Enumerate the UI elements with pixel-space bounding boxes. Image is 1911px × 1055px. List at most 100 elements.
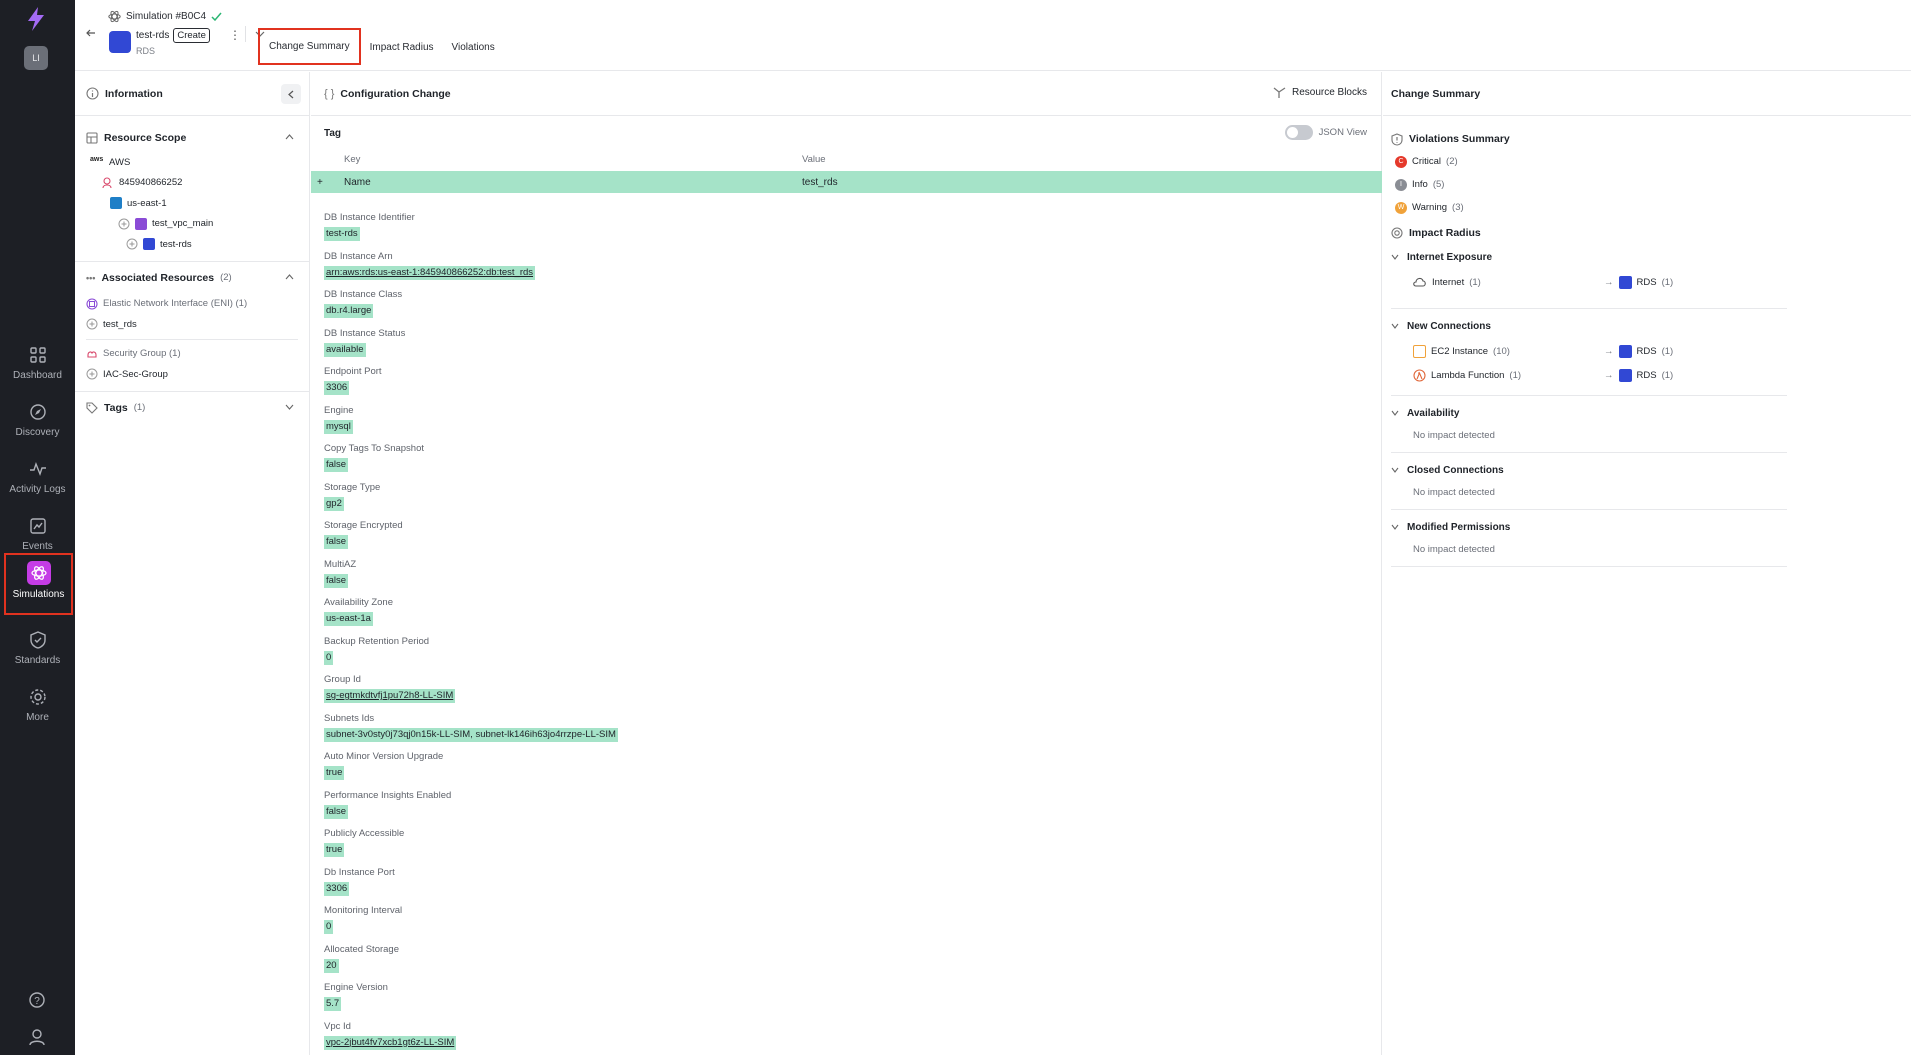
help-icon[interactable]: ? [28, 991, 46, 1009]
toggle-switch[interactable] [1284, 125, 1313, 140]
source-count: (1) [1469, 276, 1481, 288]
tags-section: Tags (1) [75, 398, 309, 418]
closed-connections-group: Closed Connections No impact detected [1391, 453, 1787, 510]
violation-warning[interactable]: W Warning (3) [1391, 196, 1787, 219]
nav-more[interactable]: More [0, 682, 75, 739]
eni-group-label: Elastic Network Interface (ENI) (1) [103, 298, 248, 310]
group-header[interactable]: Availability [1391, 400, 1787, 426]
nav-activity-logs[interactable]: Activity Logs [0, 454, 75, 511]
property-value[interactable]: sg-egtmkdtvfj1pu72h8-LL-SIM [324, 689, 456, 703]
property-item: DB Instance Arn arn:aws:rds:us-east-1:845… [324, 250, 1364, 289]
connection-row[interactable]: Lambda Function (1) → RDS (1) [1391, 363, 1787, 387]
property-value: available [324, 342, 366, 357]
vpc-icon [135, 217, 147, 230]
security-group-item-label: IAC-Sec-Group [103, 368, 168, 380]
user-avatar[interactable]: LI [24, 46, 48, 70]
tree-item-rds[interactable]: test-rds [86, 234, 298, 255]
resource-scope-header[interactable]: Resource Scope [86, 128, 298, 148]
change-summary-header: Change Summary [1383, 72, 1911, 116]
more-options-icon[interactable]: ⋮ [229, 28, 241, 42]
configuration-change-title: Configuration Change [340, 87, 451, 100]
property-value[interactable]: arn:aws:rds:us-east-1:845940866252:db:te… [324, 265, 536, 280]
nav-discovery[interactable]: Discovery [0, 397, 75, 454]
tag-section-title: Tag [324, 128, 342, 139]
tree-item-aws[interactable]: aws AWS [86, 152, 298, 173]
main-nav: LI Dashboard Discovery Activity Logs Eve… [0, 0, 75, 1055]
rds-resource-icon [109, 31, 131, 53]
property-value: db.r4.large [324, 304, 374, 318]
property-item: Storage Type gp2 [324, 481, 1364, 520]
configuration-change-header: { } Configuration Change Resource Blocks [311, 72, 1381, 116]
new-connections-group: New Connections EC2 Instance (10) → RDS … [1391, 309, 1787, 396]
property-item: Publicly Accessible true [324, 827, 1364, 866]
security-group: Security Group (1) [86, 344, 298, 365]
associated-resources-header[interactable]: ••• Associated Resources (2) [86, 268, 298, 288]
tab-bar: Change Summary Impact Radius Violations [258, 28, 504, 66]
page-header: Simulation #B0C4 test-rds Create RDS ⋮ C… [75, 0, 1911, 71]
property-label: Performance Insights Enabled [324, 789, 452, 801]
tags-header[interactable]: Tags (1) [86, 398, 298, 418]
property-value[interactable]: vpc-2jbut4fv7xcb1gt6z-LL-SIM [324, 1035, 457, 1050]
rds-icon [1618, 345, 1632, 358]
account-icon [102, 177, 112, 188]
impact-radius-title: Impact Radius [1409, 227, 1481, 239]
tab-impact-radius[interactable]: Impact Radius [361, 28, 443, 66]
security-group-item[interactable]: IAC-Sec-Group [86, 364, 298, 385]
app-logo-icon[interactable] [24, 6, 48, 32]
events-icon [29, 518, 46, 534]
tab-violations[interactable]: Violations [443, 28, 504, 66]
connection-row[interactable]: Internet (1) → RDS (1) [1391, 270, 1787, 294]
tree-item-vpc[interactable]: test_vpc_main [86, 214, 298, 235]
property-label: Engine Version [324, 982, 388, 993]
violation-count: (3) [1452, 202, 1464, 213]
expand-icon[interactable] [126, 238, 138, 250]
property-item: Copy Tags To Snapshot false [324, 442, 1364, 481]
property-value: 5.7 [324, 997, 342, 1011]
violation-critical[interactable]: C Critical (2) [1391, 150, 1787, 173]
property-item: Group Id sg-egtmkdtvfj1pu72h8-LL-SIM [324, 673, 1364, 712]
property-item: Performance Insights Enabled false [324, 789, 1364, 828]
json-view-toggle[interactable]: JSON View [1284, 125, 1367, 140]
group-header[interactable]: New Connections [1391, 313, 1787, 339]
tree-item-account[interactable]: 845940866252 [86, 173, 298, 194]
connection-row[interactable]: EC2 Instance (10) → RDS (1) [1391, 339, 1787, 363]
violation-info[interactable]: I Info (5) [1391, 173, 1787, 196]
group-header[interactable]: Internet Exposure [1391, 244, 1787, 270]
expand-icon[interactable] [86, 368, 98, 380]
associated-resources-section: ••• Associated Resources (2) Elastic Net… [75, 268, 309, 385]
property-item: Engine mysql [324, 404, 1364, 443]
discovery-icon [29, 404, 46, 420]
key-column-header: Key [344, 154, 361, 165]
kv-table-header: Key Value [311, 151, 1382, 169]
eni-item-label: test_rds [103, 318, 137, 330]
tree-item-region[interactable]: us-east-1 [86, 193, 298, 214]
tab-change-summary[interactable]: Change Summary [258, 28, 361, 65]
availability-group: Availability No impact detected [1391, 396, 1787, 453]
eni-item[interactable]: test_rds [86, 314, 298, 335]
nav-simulations[interactable]: Simulations [4, 553, 73, 615]
property-value: gp2 [324, 496, 344, 511]
profile-icon[interactable] [28, 1028, 46, 1046]
property-item: DB Instance Class db.r4.large [324, 288, 1364, 327]
group-header[interactable]: Closed Connections [1391, 457, 1787, 483]
nav-dashboard[interactable]: Dashboard [0, 340, 75, 397]
expand-icon[interactable] [118, 218, 130, 230]
group-header[interactable]: Modified Permissions [1391, 514, 1787, 540]
collapse-panel-button[interactable] [281, 84, 301, 104]
target-count: (1) [1661, 346, 1674, 357]
info-icon [86, 87, 99, 100]
property-value: 20 [324, 958, 339, 973]
group-title: Closed Connections [1407, 464, 1504, 476]
tree-label: test-rds [160, 238, 192, 250]
violations-summary-title: Violations Summary [1409, 133, 1510, 145]
back-arrow-icon[interactable] [86, 28, 96, 38]
resource-blocks-button[interactable]: Resource Blocks [1273, 86, 1367, 99]
resource-type: RDS [136, 46, 156, 56]
change-summary-panel: Change Summary Violations Summary C Crit… [1383, 72, 1911, 1055]
nav-standards[interactable]: Standards [0, 625, 75, 682]
expand-icon[interactable] [86, 318, 98, 330]
group-title: Modified Permissions [1407, 521, 1511, 533]
property-value: test-rds [324, 227, 360, 241]
tree-label: us-east-1 [127, 197, 167, 209]
property-label: Copy Tags To Snapshot [324, 443, 424, 454]
